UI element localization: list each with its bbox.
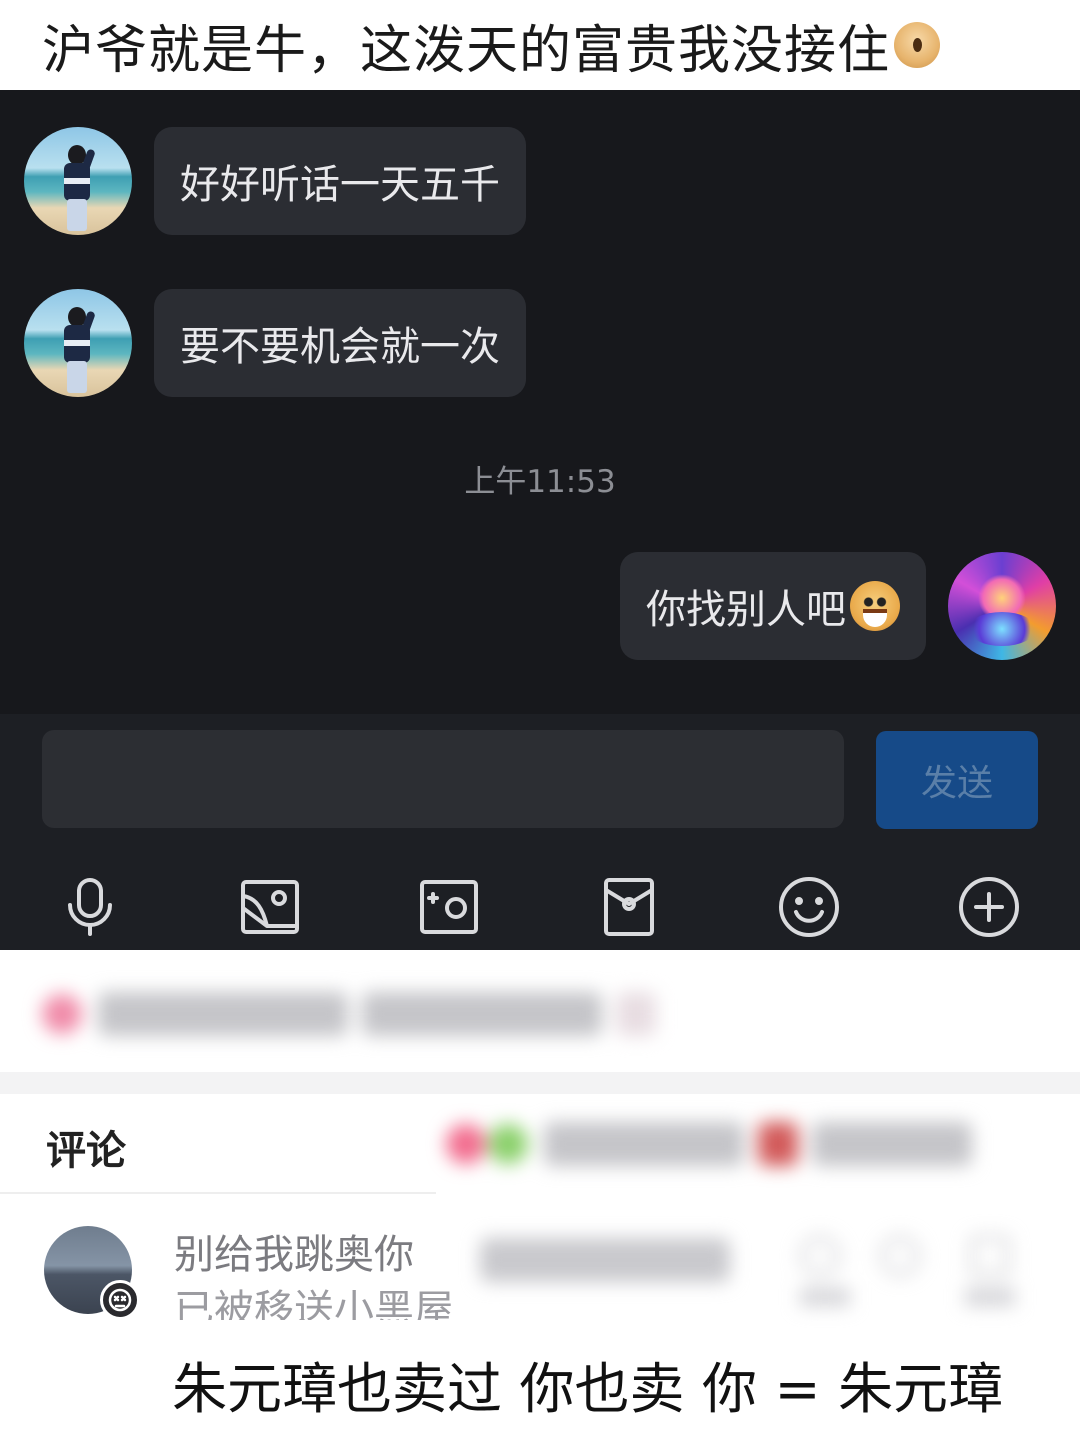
message-bubble[interactable]: 要不要机会就一次: [154, 289, 526, 397]
blurred-banner: [42, 980, 702, 1048]
message-bubble[interactable]: 好好听话一天五千: [154, 127, 526, 235]
comment-username[interactable]: 别给我跳奥你: [174, 1222, 414, 1280]
chat-screenshot: 好好听话一天五千 要不要机会就一次 上午11:53 你找别人吧 发送: [0, 90, 1080, 950]
dog-emoji-icon: [850, 581, 900, 631]
plus-icon[interactable]: [944, 864, 1034, 950]
sender-avatar[interactable]: [24, 127, 132, 235]
section-divider: [0, 1072, 1080, 1094]
chat-toolbar: [0, 864, 1080, 950]
send-button[interactable]: 发送: [876, 731, 1038, 829]
caption-text: 沪爷就是牛，这泼天的富贵我没接住: [42, 20, 891, 81]
self-avatar[interactable]: [948, 552, 1056, 660]
emoji-icon[interactable]: [764, 864, 854, 950]
image-icon[interactable]: [225, 864, 315, 950]
bottom-caption: 朱元璋也卖过 你也卖 你 = 朱元璋: [172, 1357, 1004, 1421]
camera-icon[interactable]: [404, 864, 494, 950]
blurred-comment-meta: [470, 1222, 1050, 1312]
divider-line: [0, 1192, 436, 1194]
message-text: 你找别人吧: [646, 587, 846, 633]
message-outgoing-1: 你找别人吧: [620, 552, 1056, 660]
message-input[interactable]: [42, 730, 844, 828]
message-incoming-2: 要不要机会就一次: [24, 289, 526, 397]
sender-avatar[interactable]: [24, 289, 132, 397]
comment-status: 已被移送小黑屋: [174, 1287, 454, 1320]
post-caption: 沪爷就是牛，这泼天的富贵我没接住: [0, 0, 1080, 90]
input-area: 发送: [0, 714, 1080, 950]
comments-title: 评论: [46, 1128, 126, 1174]
red-envelope-icon[interactable]: [584, 864, 674, 950]
banned-badge-icon: [100, 1280, 140, 1320]
message-incoming-1: 好好听话一天五千: [24, 127, 526, 235]
message-timestamp: 上午11:53: [464, 464, 616, 500]
blurred-stats: [446, 1112, 1046, 1176]
message-bubble-outgoing[interactable]: 你找别人吧: [620, 552, 926, 660]
sad-face-emoji-icon: [894, 22, 941, 68]
microphone-icon[interactable]: [45, 864, 135, 950]
